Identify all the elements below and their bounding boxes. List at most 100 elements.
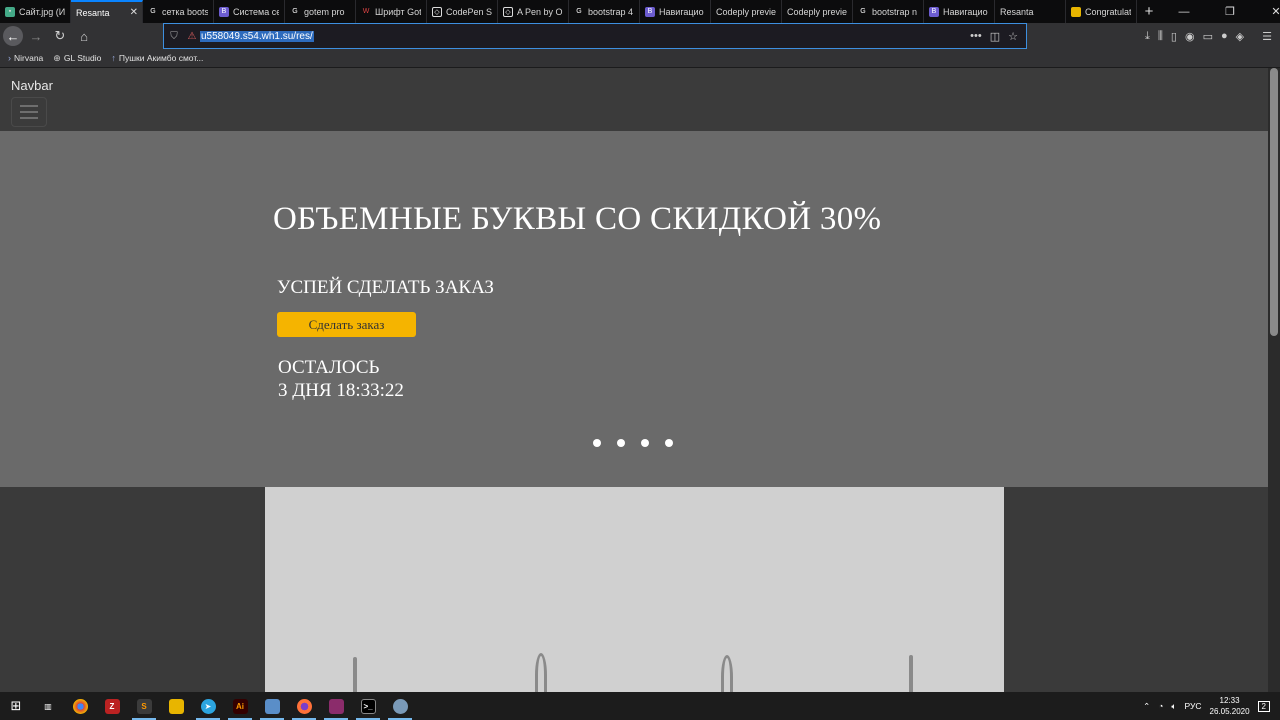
tab-4[interactable]: Ggotem pro [285, 0, 356, 23]
nirvana-icon: › [8, 53, 11, 63]
taskbar-winrar[interactable] [320, 692, 352, 720]
url-text[interactable]: u558049.s54.wh1.su/res/ [200, 30, 314, 42]
tab-14[interactable]: Resanta [995, 0, 1066, 23]
bookmarks-bar: › Nirvana ⊕ GL Studio ↑ Пушки Акимбо смот..… [0, 49, 1280, 68]
b-icon: B [645, 6, 655, 17]
windows-icon: ⊞ [10, 698, 22, 713]
page-scrollbar[interactable] [1268, 68, 1280, 692]
taskbar-firefox[interactable] [288, 692, 320, 720]
menu-icon[interactable]: ☰ [1262, 30, 1272, 43]
minimize-icon[interactable]: — [1161, 6, 1207, 18]
tab-3[interactable]: B Система се [214, 0, 285, 23]
network-icon[interactable]: ◔ [1158, 701, 1163, 711]
arrow-right-icon: → [29, 28, 43, 44]
carousel-indicator-3[interactable] [665, 439, 673, 447]
tab-10[interactable]: Codeply preview [711, 0, 782, 23]
page-actions-icon[interactable]: ••• [970, 30, 982, 42]
arrow-left-icon: ← [6, 28, 20, 44]
back-button[interactable]: ← [3, 26, 23, 46]
folder-icon [1071, 6, 1081, 17]
drip-shape [721, 655, 733, 692]
taskbar-terminal[interactable]: >_ [352, 692, 384, 720]
task-view-button[interactable]: ▥ [32, 692, 64, 720]
wf-icon: W [362, 8, 370, 15]
tab-1[interactable]: Resanta ✕ [71, 0, 143, 23]
tab-0[interactable]: ▪Сайт.jpg (Изоб [0, 0, 71, 23]
tab-8[interactable]: Gbootstrap 4 [569, 0, 640, 23]
taskbar-illustrator[interactable]: Ai [224, 692, 256, 720]
taskbar-filezilla[interactable]: Z [96, 692, 128, 720]
task-view-icon: ▥ [44, 701, 52, 711]
taskbar-monitor[interactable] [256, 692, 288, 720]
tab-15[interactable]: Congratulat [1066, 0, 1137, 23]
bookmark-gl-studio[interactable]: ⊕ GL Studio [53, 53, 101, 64]
taskbar-explorer[interactable] [160, 692, 192, 720]
tab-6[interactable]: ◇ CodePen Se [427, 0, 498, 23]
tab-13[interactable]: B Навигацио [924, 0, 995, 23]
taskbar-tool[interactable] [384, 692, 416, 720]
clock[interactable]: 12:33 26.05.2020 [1210, 695, 1250, 717]
countdown-value: 3 ДНЯ 18:33:22 [278, 380, 404, 401]
tab-12[interactable]: Gbootstrap n [853, 0, 924, 23]
chevron-up-icon[interactable]: ⌃ [1143, 701, 1150, 712]
volume-icon[interactable]: 🔈︎ [1171, 701, 1176, 712]
home-button[interactable]: ⌂ [73, 25, 95, 47]
pocket-icon[interactable]: ◫ [990, 30, 1000, 43]
reload-button[interactable]: ↻ [49, 25, 71, 47]
address-bar[interactable]: ⛉ ⚠ u558049.s54.wh1.su/res/ ••• ◫ ☆ [163, 23, 1027, 49]
carousel-indicator-2[interactable] [641, 439, 649, 447]
carousel-indicator-0[interactable] [593, 439, 601, 447]
sync-icon[interactable]: ◉ [1185, 30, 1195, 43]
clock-time: 12:33 [1219, 696, 1240, 705]
firefox-icon [296, 698, 312, 714]
notification-icon[interactable]: 2 [1257, 700, 1270, 712]
new-tab-button[interactable]: + [1137, 0, 1161, 23]
sidebar-icon[interactable]: ▯ [1171, 30, 1177, 43]
chrome-icon [72, 698, 88, 714]
start-button[interactable]: ⊞ [0, 692, 32, 720]
filezilla-icon: Z [104, 698, 120, 714]
drip-shape [535, 653, 547, 692]
clock-date: 26.05.2020 [1209, 707, 1250, 716]
download-icon[interactable]: ⤓ [1145, 30, 1150, 43]
b-icon: B [219, 6, 229, 17]
tab-5[interactable]: W Шрифт Got [356, 0, 427, 23]
google-icon: G [860, 8, 866, 15]
taskbar-chrome[interactable] [64, 692, 96, 720]
bookmark-icon: ↑ [111, 53, 116, 63]
carousel-indicator-1[interactable] [617, 439, 625, 447]
navbar-toggler[interactable] [11, 97, 47, 127]
navbar-brand[interactable]: Navbar [11, 78, 53, 93]
site-navbar: Navbar [0, 68, 1268, 131]
restore-icon[interactable]: ❐ [1207, 5, 1253, 18]
tab-11[interactable]: Codeply preview [782, 0, 853, 23]
screenshot-icon[interactable]: ▭ [1203, 30, 1213, 43]
tab-2[interactable]: Gсетка bootst [143, 0, 214, 23]
star-icon[interactable]: ☆ [1008, 30, 1018, 43]
language-indicator[interactable]: РУС [1184, 701, 1201, 711]
image-icon: ▪ [5, 6, 15, 17]
forward-button[interactable]: → [25, 25, 47, 47]
globe-icon[interactable]: ● [1221, 30, 1228, 42]
windows-taskbar: ⊞ ▥ Z S ➤ Ai >_ ⌃ ◔ 🔈︎ РУС 12:33 26.05.2… [0, 692, 1280, 720]
scrollbar-thumb[interactable] [1270, 68, 1278, 336]
close-tab-icon[interactable]: ✕ [130, 7, 138, 18]
extension-icon[interactable]: ◈ [1236, 30, 1244, 43]
bookmark-akimbo[interactable]: ↑ Пушки Акимбо смот... [111, 53, 203, 63]
hamburger-line [20, 111, 38, 113]
google-icon: G [292, 8, 298, 15]
hamburger-line [20, 117, 38, 119]
telegram-icon: ➤ [200, 698, 216, 714]
order-button[interactable]: Сделать заказ [277, 312, 416, 337]
library-icon[interactable]: ⫼ [1158, 30, 1163, 43]
taskbar-sublime[interactable]: S [128, 692, 160, 720]
taskbar-telegram[interactable]: ➤ [192, 692, 224, 720]
google-icon: G [576, 8, 582, 15]
bookmark-nirvana[interactable]: › Nirvana [8, 53, 43, 63]
tab-7[interactable]: ◇ A Pen by Oi [498, 0, 569, 23]
close-window-icon[interactable]: ✕ [1253, 5, 1280, 18]
tab-9[interactable]: B Навигацио [640, 0, 711, 23]
drip-shape [353, 657, 357, 692]
hero-subtitle: УСПЕЙ СДЕЛАТЬ ЗАКАЗ [277, 277, 494, 298]
tab-strip: ▪Сайт.jpg (Изоб Resanta✕ Gсетка bootst B… [0, 0, 1280, 23]
